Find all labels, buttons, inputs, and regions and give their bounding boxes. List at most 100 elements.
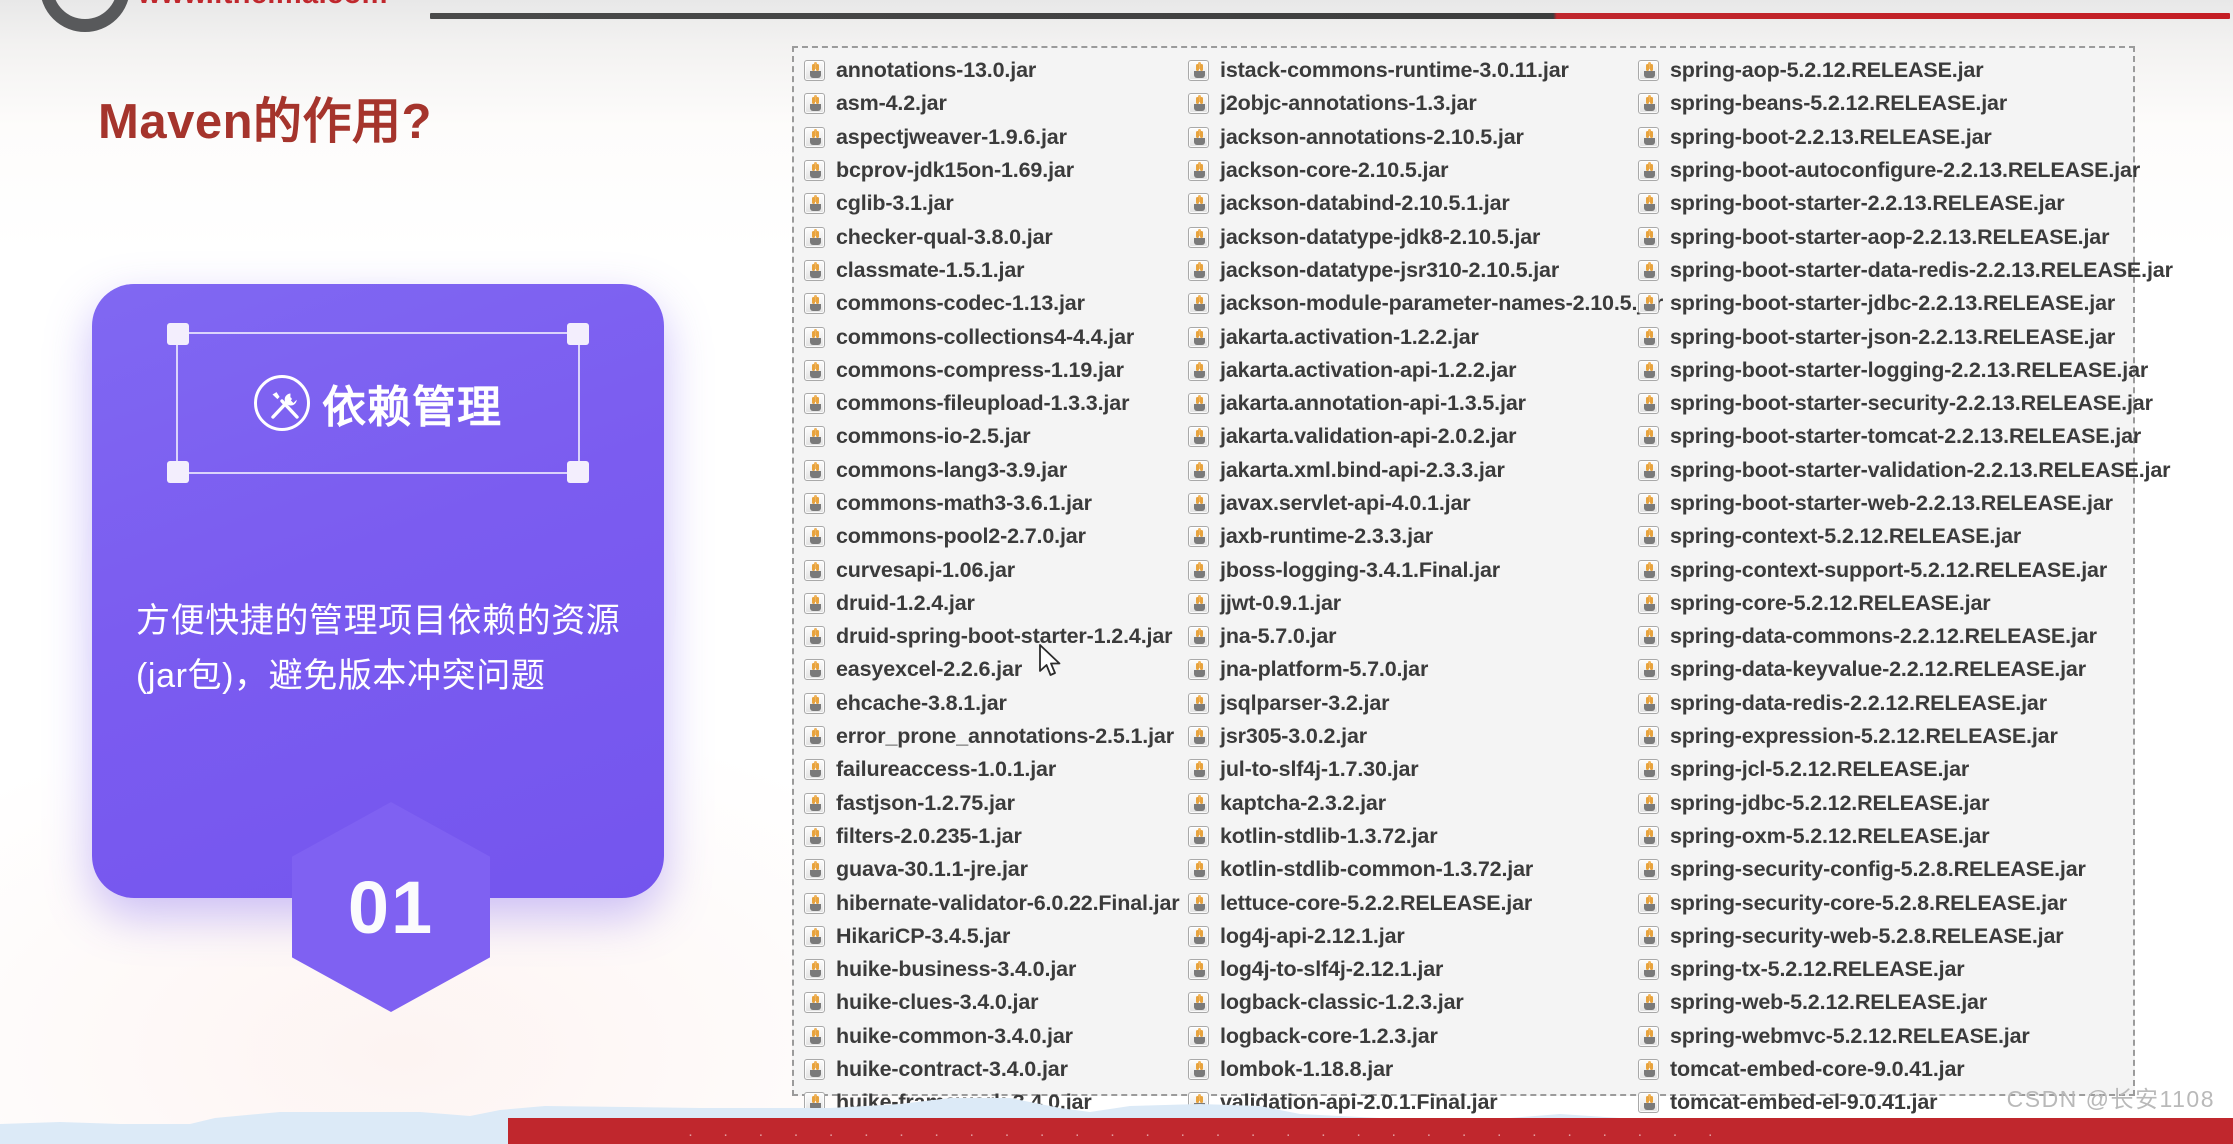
file-list-item[interactable]: spring-boot-starter-json-2.2.13.RELEASE.… [1638,320,2129,353]
file-list-item[interactable]: spring-security-core-5.2.8.RELEASE.jar [1638,886,2129,919]
file-list-item[interactable]: validation-api-2.0.1.Final.jar [1188,1086,1624,1119]
file-list-item[interactable]: jsr305-3.0.2.jar [1188,720,1624,753]
file-list-item[interactable]: spring-boot-starter-tomcat-2.2.13.RELEAS… [1638,420,2141,453]
file-list-item[interactable]: jackson-core-2.10.5.jar [1188,154,1624,187]
file-list-item[interactable]: javax.servlet-api-4.0.1.jar [1188,487,1624,520]
file-list-item[interactable]: commons-math3-3.6.1.jar [804,487,1174,520]
file-list-item[interactable]: filters-2.0.235-1.jar [804,820,1174,853]
file-list-item[interactable]: huike-clues-3.4.0.jar [804,986,1174,1019]
jar-file-list-panel[interactable]: annotations-13.0.jar asm-4.2.jar aspectjwe… [792,46,2173,1114]
file-list-item[interactable]: spring-data-keyvalue-2.2.12.RELEASE.jar [1638,653,2129,686]
file-list-item[interactable]: spring-aop-5.2.12.RELEASE.jar [1638,54,2129,87]
file-list-item[interactable]: jakarta.xml.bind-api-2.3.3.jar [1188,454,1624,487]
file-list-item[interactable]: spring-boot-starter-aop-2.2.13.RELEASE.j… [1638,220,2129,253]
file-list-item[interactable]: commons-io-2.5.jar [804,420,1174,453]
file-list-item[interactable]: guava-30.1.1-jre.jar [804,853,1174,886]
file-name-label: commons-fileupload-1.3.3.jar [836,391,1130,416]
file-list-item[interactable]: spring-core-5.2.12.RELEASE.jar [1638,587,2129,620]
file-list-item[interactable]: jakarta.activation-api-1.2.2.jar [1188,354,1624,387]
file-list-item[interactable]: jakarta.annotation-api-1.3.5.jar [1188,387,1624,420]
file-list-item[interactable]: jul-to-slf4j-1.7.30.jar [1188,753,1624,786]
jar-file-icon [804,459,825,481]
file-list-item[interactable]: spring-boot-starter-security-2.2.13.RELE… [1638,387,2153,420]
file-list-item[interactable]: jackson-annotations-2.10.5.jar [1188,121,1624,154]
file-list-item[interactable]: huike-framework-3.4.0.jar [804,1086,1174,1119]
file-list-item[interactable]: asm-4.2.jar [804,87,1174,120]
file-list-item[interactable]: jackson-datatype-jdk8-2.10.5.jar [1188,220,1624,253]
file-list-item[interactable]: annotations-13.0.jar [804,54,1174,87]
file-list-item[interactable]: commons-lang3-3.9.jar [804,454,1174,487]
file-list-item[interactable]: classmate-1.5.1.jar [804,254,1174,287]
file-list-item[interactable]: spring-boot-starter-validation-2.2.13.RE… [1638,454,2171,487]
file-list-item[interactable]: jjwt-0.9.1.jar [1188,587,1624,620]
file-list-item[interactable]: spring-context-5.2.12.RELEASE.jar [1638,520,2129,553]
file-list-item[interactable]: jakarta.activation-1.2.2.jar [1188,320,1624,353]
file-list-item[interactable]: huike-business-3.4.0.jar [804,953,1174,986]
file-list-item[interactable]: curvesapi-1.06.jar [804,553,1174,586]
file-list-item[interactable]: aspectjweaver-1.9.6.jar [804,121,1174,154]
file-list-item[interactable]: istack-commons-runtime-3.0.11.jar [1188,54,1624,87]
file-list-item[interactable]: spring-boot-starter-data-redis-2.2.13.RE… [1638,254,2173,287]
file-list-item[interactable]: druid-1.2.4.jar [804,587,1174,620]
file-list-item[interactable]: logback-core-1.2.3.jar [1188,1020,1624,1053]
file-list-item[interactable]: kotlin-stdlib-1.3.72.jar [1188,820,1624,853]
file-list-item[interactable]: jna-platform-5.7.0.jar [1188,653,1624,686]
file-list-item[interactable]: spring-boot-starter-jdbc-2.2.13.RELEASE.… [1638,287,2129,320]
file-list-item[interactable]: spring-boot-starter-web-2.2.13.RELEASE.j… [1638,487,2129,520]
jar-file-icon [1188,326,1209,348]
file-list-item[interactable]: kaptcha-2.3.2.jar [1188,787,1624,820]
file-list-item[interactable]: commons-pool2-2.7.0.jar [804,520,1174,553]
file-list-item[interactable]: spring-expression-5.2.12.RELEASE.jar [1638,720,2129,753]
file-list-item[interactable]: commons-codec-1.13.jar [804,287,1174,320]
file-list-item[interactable]: hibernate-validator-6.0.22.Final.jar [804,886,1180,919]
file-list-item[interactable]: spring-webmvc-5.2.12.RELEASE.jar [1638,1020,2129,1053]
file-list-item[interactable]: spring-beans-5.2.12.RELEASE.jar [1638,87,2129,120]
file-list-item[interactable]: failureaccess-1.0.1.jar [804,753,1174,786]
file-list-item[interactable]: huike-contract-3.4.0.jar [804,1053,1174,1086]
file-list-item[interactable]: jackson-datatype-jsr310-2.10.5.jar [1188,254,1624,287]
file-list-item[interactable]: logback-classic-1.2.3.jar [1188,986,1624,1019]
file-list-item[interactable]: spring-web-5.2.12.RELEASE.jar [1638,986,2129,1019]
file-list-item[interactable]: fastjson-1.2.75.jar [804,787,1174,820]
file-list-item[interactable]: spring-data-redis-2.2.12.RELEASE.jar [1638,687,2129,720]
file-list-item[interactable]: ehcache-3.8.1.jar [804,687,1174,720]
file-list-item[interactable]: druid-spring-boot-starter-1.2.4.jar [804,620,1174,653]
file-list-item[interactable]: huike-common-3.4.0.jar [804,1020,1174,1053]
file-list-item[interactable]: spring-data-commons-2.2.12.RELEASE.jar [1638,620,2129,653]
file-list-item[interactable]: error_prone_annotations-2.5.1.jar [804,720,1174,753]
file-list-item[interactable]: bcprov-jdk15on-1.69.jar [804,154,1174,187]
file-list-item[interactable]: commons-fileupload-1.3.3.jar [804,387,1174,420]
file-list-item[interactable]: log4j-to-slf4j-2.12.1.jar [1188,953,1624,986]
file-list-item[interactable]: commons-compress-1.19.jar [804,354,1174,387]
file-list-item[interactable]: spring-jdbc-5.2.12.RELEASE.jar [1638,787,2129,820]
file-list-item[interactable]: spring-jcl-5.2.12.RELEASE.jar [1638,753,2129,786]
file-list-item[interactable]: jakarta.validation-api-2.0.2.jar [1188,420,1624,453]
file-list-item[interactable]: jsqlparser-3.2.jar [1188,687,1624,720]
file-list-item[interactable]: jackson-databind-2.10.5.1.jar [1188,187,1624,220]
file-list-item[interactable]: jaxb-runtime-2.3.3.jar [1188,520,1624,553]
file-list-item[interactable]: checker-qual-3.8.0.jar [804,220,1174,253]
file-list-item[interactable]: spring-boot-autoconfigure-2.2.13.RELEASE… [1638,154,2140,187]
file-list-item[interactable]: spring-tx-5.2.12.RELEASE.jar [1638,953,2129,986]
file-list-item[interactable]: spring-boot-starter-2.2.13.RELEASE.jar [1638,187,2129,220]
file-list-item[interactable]: cglib-3.1.jar [804,187,1174,220]
jar-file-icon [804,93,825,115]
file-list-item[interactable]: spring-context-support-5.2.12.RELEASE.ja… [1638,553,2129,586]
file-list-item[interactable]: spring-security-web-5.2.8.RELEASE.jar [1638,920,2129,953]
file-list-item[interactable]: kotlin-stdlib-common-1.3.72.jar [1188,853,1624,886]
file-list-item[interactable]: HikariCP-3.4.5.jar [804,920,1174,953]
file-list-item[interactable]: lettuce-core-5.2.2.RELEASE.jar [1188,886,1624,919]
file-list-item[interactable]: lombok-1.18.8.jar [1188,1053,1624,1086]
file-list-item[interactable]: j2objc-annotations-1.3.jar [1188,87,1624,120]
file-list-item[interactable]: spring-oxm-5.2.12.RELEASE.jar [1638,820,2129,853]
file-list-item[interactable]: jackson-module-parameter-names-2.10.5.ja… [1188,287,1663,320]
file-list-item[interactable]: log4j-api-2.12.1.jar [1188,920,1624,953]
file-list-item[interactable]: easyexcel-2.2.6.jar [804,653,1174,686]
file-list-item[interactable]: spring-boot-starter-logging-2.2.13.RELEA… [1638,354,2148,387]
file-list-item[interactable]: spring-security-config-5.2.8.RELEASE.jar [1638,853,2129,886]
jar-file-icon [1188,393,1209,415]
file-list-item[interactable]: commons-collections4-4.4.jar [804,320,1174,353]
file-list-item[interactable]: jboss-logging-3.4.1.Final.jar [1188,553,1624,586]
file-list-item[interactable]: jna-5.7.0.jar [1188,620,1624,653]
file-list-item[interactable]: spring-boot-2.2.13.RELEASE.jar [1638,121,2129,154]
